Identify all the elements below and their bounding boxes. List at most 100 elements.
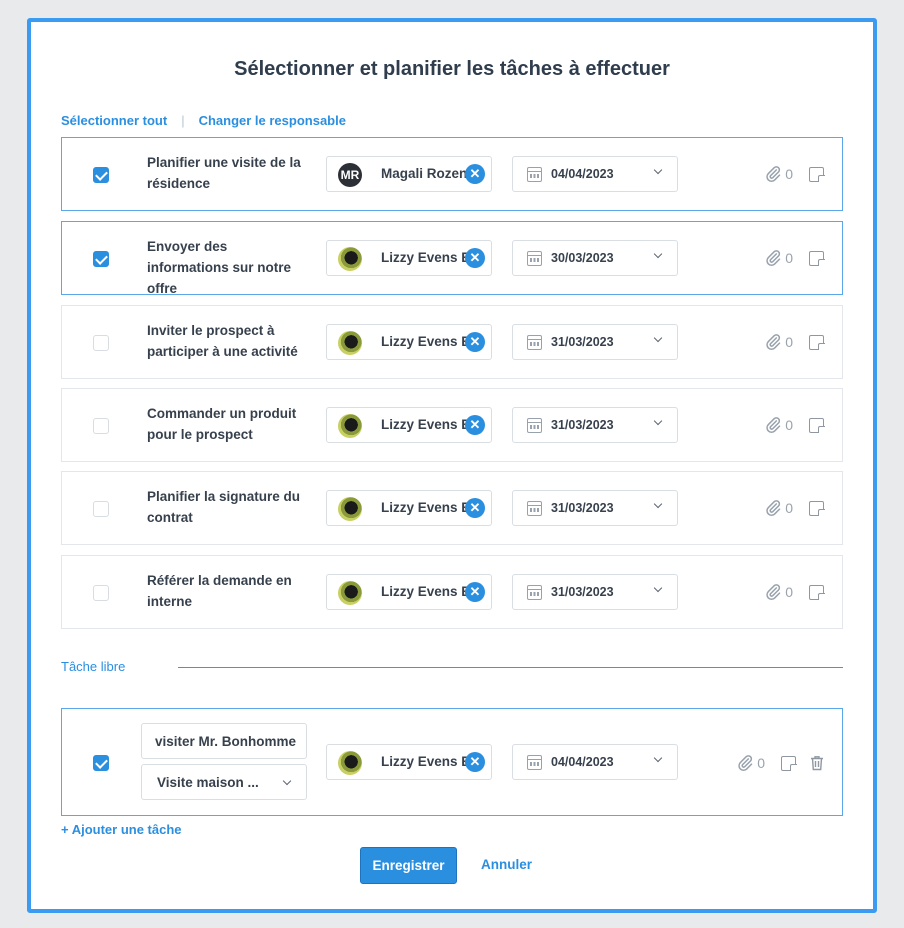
note-icon[interactable] xyxy=(809,334,825,350)
assignee-select[interactable]: Lizzy Evens Be ✕ xyxy=(326,407,492,443)
chevron-down-icon xyxy=(653,333,663,343)
free-task-checkbox[interactable] xyxy=(93,755,109,771)
chevron-down-icon xyxy=(653,499,663,509)
attachment-count: 0 xyxy=(785,584,793,600)
avatar xyxy=(338,581,362,605)
calendar-icon xyxy=(527,167,542,182)
attachment-count: 0 xyxy=(785,166,793,182)
paperclip-icon[interactable] xyxy=(764,333,782,351)
task-name: Envoyer des informations sur notre offre xyxy=(147,239,292,296)
chevron-down-icon xyxy=(653,753,663,763)
due-date-picker[interactable]: 30/03/2023 xyxy=(512,240,678,276)
due-date-value: 31/03/2023 xyxy=(551,501,614,515)
calendar-icon xyxy=(527,335,542,350)
avatar: MR xyxy=(338,163,362,187)
due-date-value: 31/03/2023 xyxy=(551,418,614,432)
remove-assignee-button[interactable]: ✕ xyxy=(465,582,485,602)
task-row: Référer la demande en interne Lizzy Even… xyxy=(61,555,843,629)
attachment-count: 0 xyxy=(785,334,793,350)
chevron-down-icon xyxy=(653,416,663,426)
avatar xyxy=(338,247,362,271)
paperclip-icon[interactable] xyxy=(764,416,782,434)
assignee-select[interactable]: Lizzy Evens Be ✕ xyxy=(326,574,492,610)
free-task-type-value: Visite maison ... xyxy=(157,775,259,790)
remove-assignee-button[interactable]: ✕ xyxy=(465,415,485,435)
task-actions: 0 xyxy=(764,583,825,601)
calendar-icon xyxy=(527,755,542,770)
note-icon[interactable] xyxy=(809,417,825,433)
due-date-picker[interactable]: 31/03/2023 xyxy=(512,407,678,443)
cancel-button[interactable]: Annuler xyxy=(481,857,532,872)
assignee-select[interactable]: Lizzy Evens Be ✕ xyxy=(326,240,492,276)
avatar xyxy=(338,414,362,438)
trash-icon[interactable] xyxy=(810,755,824,771)
due-date-picker[interactable]: 31/03/2023 xyxy=(512,490,678,526)
paperclip-icon[interactable] xyxy=(764,165,782,183)
change-owner-link[interactable]: Changer le responsable xyxy=(199,113,346,128)
note-icon[interactable] xyxy=(809,584,825,600)
note-icon[interactable] xyxy=(809,500,825,516)
assignee-select[interactable]: Lizzy Evens Be ✕ xyxy=(326,490,492,526)
add-task-link[interactable]: + Ajouter une tâche xyxy=(61,822,182,837)
select-all-link[interactable]: Sélectionner tout xyxy=(61,113,167,128)
calendar-icon xyxy=(527,418,542,433)
paperclip-icon[interactable] xyxy=(764,249,782,267)
task-checkbox[interactable] xyxy=(93,167,109,183)
due-date-picker[interactable]: 31/03/2023 xyxy=(512,324,678,360)
attachment-count: 0 xyxy=(757,755,765,771)
note-icon[interactable] xyxy=(809,250,825,266)
attachment-count: 0 xyxy=(785,250,793,266)
chevron-down-icon xyxy=(653,583,663,593)
due-date-value: 04/04/2023 xyxy=(551,167,614,181)
paperclip-icon[interactable] xyxy=(764,583,782,601)
due-date-picker[interactable]: 04/04/2023 xyxy=(512,156,678,192)
task-checkbox[interactable] xyxy=(93,585,109,601)
assignee-name: Lizzy Evens Be xyxy=(381,584,467,599)
task-checkbox[interactable] xyxy=(93,501,109,517)
remove-assignee-button[interactable]: ✕ xyxy=(465,164,485,184)
note-icon[interactable] xyxy=(781,755,797,771)
task-actions: 0 xyxy=(764,165,825,183)
save-button[interactable]: Enregistrer xyxy=(360,847,457,884)
assignee-name: Lizzy Evens Be xyxy=(381,500,467,515)
chevron-down-icon xyxy=(653,165,663,175)
task-actions: 0 xyxy=(764,416,825,434)
due-date-picker[interactable]: 31/03/2023 xyxy=(512,574,678,610)
remove-assignee-button[interactable]: ✕ xyxy=(465,248,485,268)
task-row: Planifier la signature du contrat Lizzy … xyxy=(61,471,843,545)
paperclip-icon[interactable] xyxy=(764,499,782,517)
task-row: Planifier une visite de la résidence MR … xyxy=(61,137,843,211)
assignee-select[interactable]: Lizzy Evens Be ✕ xyxy=(326,324,492,360)
note-icon[interactable] xyxy=(809,166,825,182)
assignee-name: Magali Rozenberg xyxy=(381,166,467,181)
assignee-select[interactable]: MR Magali Rozenberg ✕ xyxy=(326,156,492,192)
avatar xyxy=(338,497,362,521)
free-task-type-select[interactable]: Visite maison ... xyxy=(141,764,307,800)
avatar xyxy=(338,751,362,775)
task-row: Envoyer des informations sur notre offre… xyxy=(61,221,843,296)
assignee-name: Lizzy Evens Be xyxy=(381,417,467,432)
dialog-title: Sélectionner et planifier les tâches à e… xyxy=(234,58,670,80)
bulk-actions: Sélectionner tout | Changer le responsab… xyxy=(61,113,346,128)
attachment-count: 0 xyxy=(785,500,793,516)
due-date-picker[interactable]: 04/04/2023 xyxy=(512,744,678,780)
avatar xyxy=(338,331,362,355)
task-name: Inviter le prospect à participer à une a… xyxy=(147,323,298,359)
remove-assignee-button[interactable]: ✕ xyxy=(465,498,485,518)
assignee-select[interactable]: Lizzy Evens Be ✕ xyxy=(326,744,492,780)
remove-assignee-button[interactable]: ✕ xyxy=(465,752,485,772)
assignee-name: Lizzy Evens Be xyxy=(381,754,467,769)
task-actions: 0 xyxy=(736,754,824,772)
task-row: Inviter le prospect à participer à une a… xyxy=(61,305,843,379)
assignee-name: Lizzy Evens Be xyxy=(381,250,467,265)
task-checkbox[interactable] xyxy=(93,251,109,267)
task-planning-dialog: Sélectionner et planifier les tâches à e… xyxy=(27,18,877,913)
remove-assignee-button[interactable]: ✕ xyxy=(465,332,485,352)
task-checkbox[interactable] xyxy=(93,335,109,351)
free-task-row: visiter Mr. Bonhomme Visite maison ... L… xyxy=(61,708,843,816)
chevron-down-icon xyxy=(653,249,663,259)
task-checkbox[interactable] xyxy=(93,418,109,434)
task-name: Commander un produit pour le prospect xyxy=(147,406,297,442)
paperclip-icon[interactable] xyxy=(736,754,754,772)
free-task-name-input[interactable]: visiter Mr. Bonhomme xyxy=(141,723,307,759)
